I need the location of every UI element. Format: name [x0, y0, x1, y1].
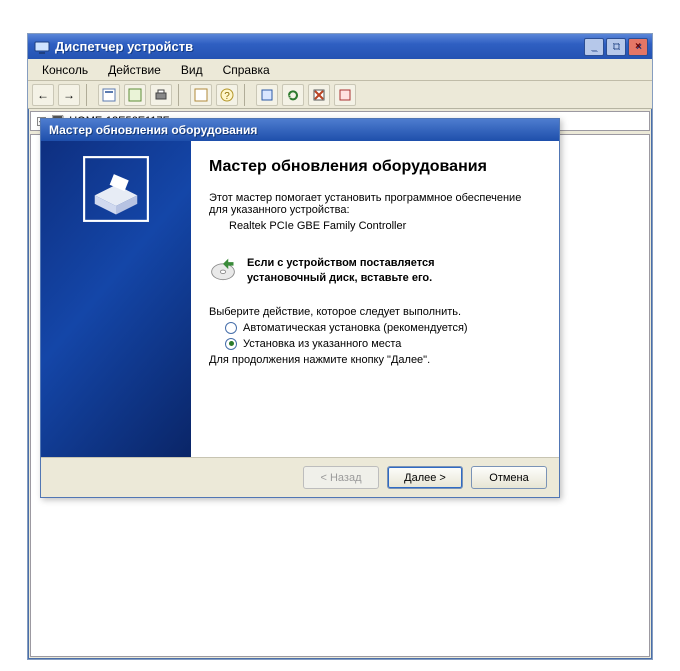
- radio-auto-label: Автоматическая установка (рекомендуется): [243, 322, 468, 334]
- tb-uninstall-icon[interactable]: [308, 84, 330, 106]
- minimize-button[interactable]: _: [584, 38, 604, 56]
- tb-print-icon[interactable]: [150, 84, 172, 106]
- dm-title: Диспетчер устройств: [55, 39, 584, 54]
- tb-back-icon[interactable]: ←: [32, 84, 54, 106]
- next-button[interactable]: Далее >: [387, 466, 463, 489]
- wizard-art-panel: [41, 141, 191, 457]
- radio-manual-install[interactable]: Установка из указанного места: [209, 338, 539, 350]
- tb-prop2-icon[interactable]: [190, 84, 212, 106]
- radio-icon: [225, 322, 237, 334]
- toolbar-separator: [244, 84, 250, 106]
- continue-note: Для продолжения нажмите кнопку "Далее".: [209, 354, 539, 366]
- cd-hint: Если с устройством поставляется установо…: [247, 256, 435, 286]
- svg-text:?: ?: [224, 91, 230, 102]
- back-button: < Назад: [303, 466, 379, 489]
- dm-titlebar[interactable]: Диспетчер устройств _ □ ×: [28, 34, 652, 59]
- dm-app-icon: [34, 39, 50, 55]
- menu-action[interactable]: Действие: [98, 61, 171, 79]
- wizard-content: Мастер обновления оборудования Этот маст…: [41, 141, 559, 457]
- menu-view[interactable]: Вид: [171, 61, 213, 79]
- toolbar-separator: [178, 84, 184, 106]
- tb-refresh-icon[interactable]: [124, 84, 146, 106]
- wizard-intro: Этот мастер помогает установить программ…: [209, 192, 539, 216]
- tb-scan-icon[interactable]: [256, 84, 278, 106]
- cd-icon: [209, 256, 237, 284]
- choose-action-label: Выберите действие, которое следует выпол…: [209, 306, 539, 318]
- wizard-titlebar[interactable]: Мастер обновления оборудования: [41, 119, 559, 141]
- device-name: Realtek PCIe GBE Family Controller: [209, 220, 539, 232]
- toolbar-separator: [86, 84, 92, 106]
- radio-icon-selected: [225, 338, 237, 350]
- tb-update-icon[interactable]: [282, 84, 304, 106]
- menu-help[interactable]: Справка: [213, 61, 280, 79]
- radio-auto-install[interactable]: Автоматическая установка (рекомендуется): [209, 322, 539, 334]
- tb-properties-icon[interactable]: [98, 84, 120, 106]
- dm-toolbar: ← → ?: [28, 81, 652, 109]
- wizard-title: Мастер обновления оборудования: [49, 123, 257, 137]
- close-button[interactable]: ×: [628, 38, 648, 56]
- wizard-body: Мастер обновления оборудования Этот маст…: [191, 141, 559, 457]
- tb-help-icon[interactable]: ?: [216, 84, 238, 106]
- menu-console[interactable]: Консоль: [32, 61, 98, 79]
- radio-manual-label: Установка из указанного места: [243, 338, 401, 350]
- cancel-button[interactable]: Отмена: [471, 466, 547, 489]
- hardware-box-icon: [82, 155, 150, 223]
- maximize-button[interactable]: □: [606, 38, 626, 56]
- tb-forward-icon[interactable]: →: [58, 84, 80, 106]
- wizard-footer: < Назад Далее > Отмена: [41, 457, 559, 497]
- dm-menubar: Консоль Действие Вид Справка: [28, 59, 652, 81]
- hardware-update-wizard: Мастер обновления оборудования Мастер об…: [40, 118, 560, 498]
- tb-disable-icon[interactable]: [334, 84, 356, 106]
- wizard-heading: Мастер обновления оборудования: [209, 157, 539, 176]
